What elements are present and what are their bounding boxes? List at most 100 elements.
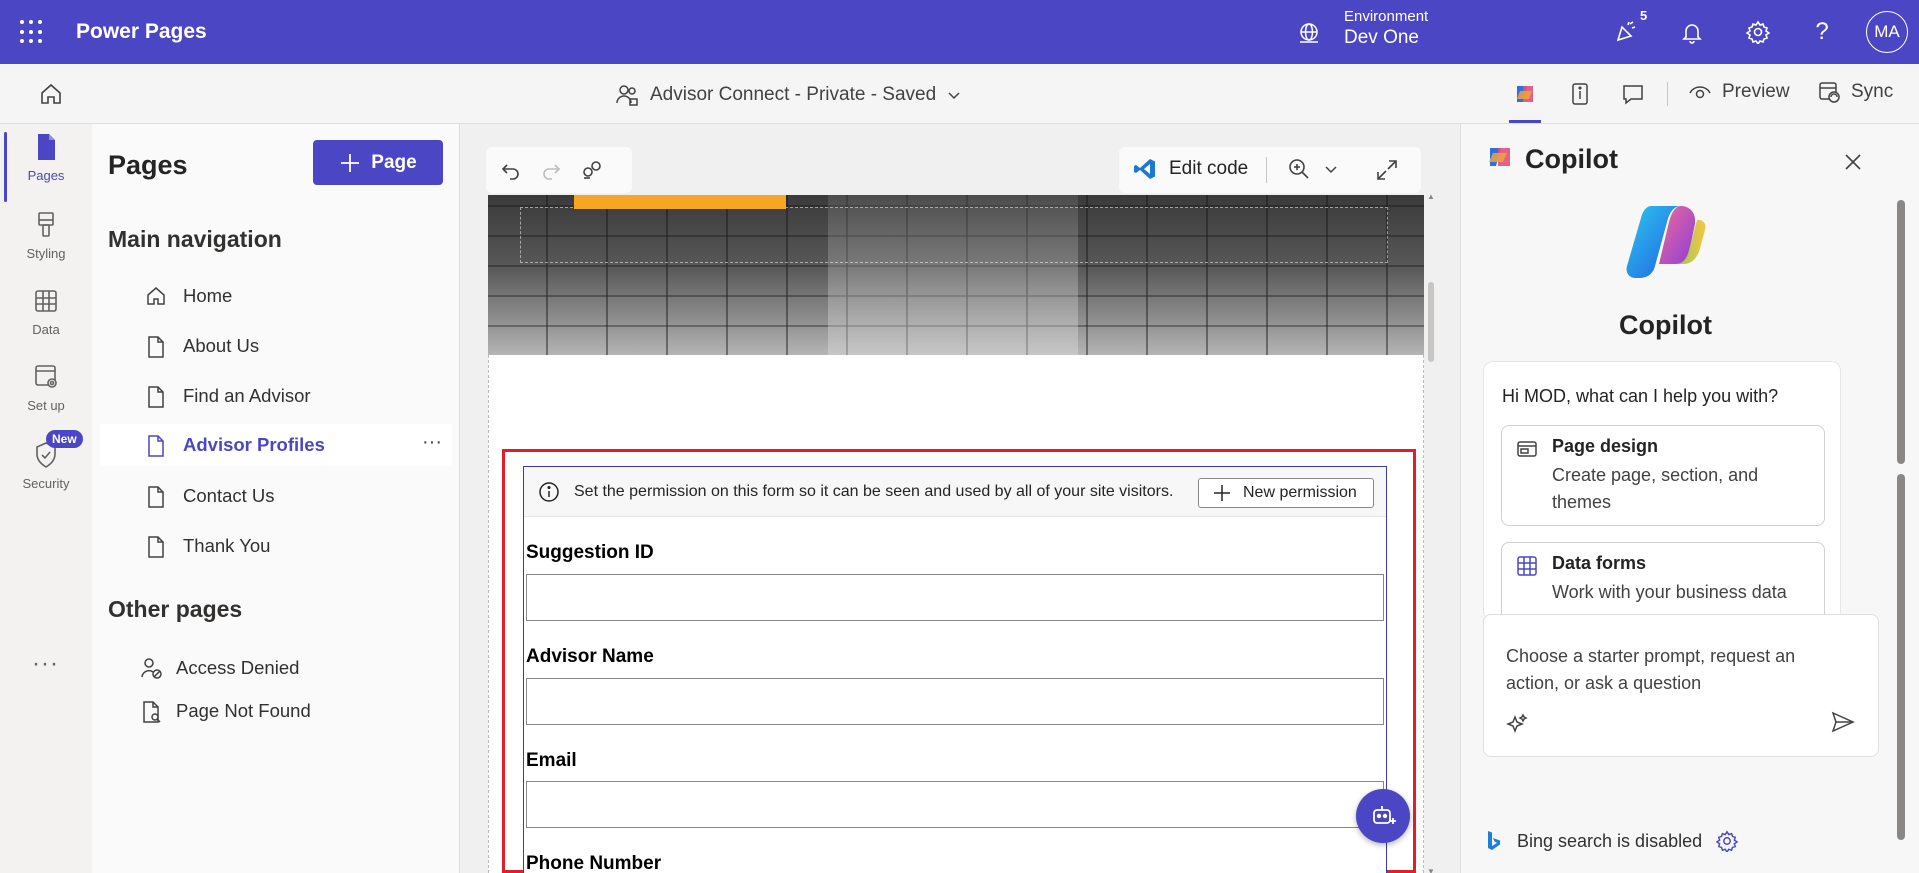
more-icon[interactable]: ···: [32, 650, 59, 678]
divider: [1266, 157, 1267, 183]
redo-icon[interactable]: [540, 159, 562, 181]
plus-icon: [341, 153, 360, 172]
copilot-scrollbar[interactable]: [1897, 200, 1905, 840]
other-item-label: Page Not Found: [176, 700, 311, 721]
more-options-icon[interactable]: ···: [422, 431, 442, 454]
rail-item-styling[interactable]: Styling: [0, 210, 92, 280]
new-permission-label: New permission: [1243, 484, 1357, 501]
zoom-button[interactable]: [1287, 157, 1339, 181]
home-icon: [147, 287, 165, 305]
sync-button[interactable]: Sync: [1817, 80, 1893, 104]
gear-icon[interactable]: [1716, 830, 1739, 852]
comment-icon[interactable]: [1620, 81, 1646, 112]
environment-name[interactable]: Dev One: [1344, 27, 1419, 49]
info-panel-icon[interactable]: [1568, 81, 1592, 112]
nav-item-label: Advisor Profiles: [183, 434, 325, 455]
new-permission-button[interactable]: New permission: [1198, 478, 1374, 508]
copilot-header-title: Copilot: [1525, 144, 1618, 174]
edit-code-button[interactable]: Edit code: [1133, 157, 1248, 181]
person-lock-icon: [141, 658, 162, 679]
eye-icon: [1689, 86, 1711, 99]
nav-item-find-an-advisor[interactable]: Find an Advisor: [100, 375, 452, 417]
site-title: Advisor Connect - Private - Saved: [650, 84, 937, 105]
rail-label: Styling: [26, 246, 66, 261]
hero-button[interactable]: [574, 195, 786, 209]
app-launcher-icon[interactable]: [20, 20, 44, 44]
table-icon: [1517, 556, 1537, 576]
home-icon[interactable]: [38, 81, 64, 112]
plus-icon: [1214, 485, 1230, 501]
nav-item-advisor-profiles[interactable]: Advisor Profiles ···: [100, 424, 452, 466]
copilot-greeting: Hi MOD, what can I help you with?: [1502, 386, 1779, 406]
notification-count: 5: [1640, 8, 1648, 23]
form-component[interactable]: Set the permission on this form so it ca…: [523, 466, 1387, 873]
suggestion-data-forms[interactable]: Data forms Work with your business data: [1501, 542, 1825, 620]
site-selector[interactable]: Advisor Connect - Private - Saved: [614, 82, 962, 108]
gear-icon[interactable]: [1744, 18, 1772, 46]
preview-button[interactable]: Preview: [1688, 80, 1790, 104]
document-icon: [148, 336, 164, 358]
email-field[interactable]: [526, 781, 1384, 828]
expand-icon[interactable]: [1375, 158, 1399, 187]
permission-text: Set the permission on this form so it ca…: [574, 483, 1174, 500]
pages-title: Pages: [108, 150, 188, 180]
undo-icon[interactable]: [500, 159, 522, 181]
whats-new-icon[interactable]: [1612, 18, 1640, 46]
nav-item-contact-us[interactable]: Contact Us: [100, 475, 452, 517]
left-rail: Pages Styling Data Set up Security New ·…: [0, 124, 92, 873]
sync-icon: [1819, 82, 1840, 103]
copilot-icon: [1485, 142, 1515, 177]
add-page-button[interactable]: Page: [313, 140, 443, 185]
main-navigation-title: Main navigation: [108, 226, 282, 252]
copilot-input[interactable]: Choose a starter prompt, request an acti…: [1483, 614, 1879, 757]
info-icon: [539, 482, 559, 502]
nav-item-label: Find an Advisor: [183, 385, 311, 406]
bing-status-text: Bing search is disabled: [1517, 830, 1703, 851]
nav-item-label: About Us: [183, 335, 260, 356]
suggestion-id-field[interactable]: [526, 574, 1384, 621]
hero-section-outline[interactable]: [520, 207, 1388, 263]
vscode-icon: [1134, 159, 1155, 179]
link-settings-icon[interactable]: [580, 158, 604, 182]
page-design-icon: [1517, 441, 1537, 457]
divider: [1667, 82, 1668, 106]
copilot-icon[interactable]: [1512, 81, 1538, 112]
suggestion-page-design[interactable]: Page design Create page, section, and th…: [1501, 425, 1825, 526]
copilot-bot-button[interactable]: [1356, 789, 1410, 843]
copilot-logo: [1623, 198, 1711, 291]
nav-item-home[interactable]: Home: [100, 275, 452, 317]
canvas-scrollbar[interactable]: ▲ ▼: [1427, 192, 1435, 873]
other-item-page-not-found[interactable]: Page Not Found: [100, 691, 452, 731]
permission-bar: Set the permission on this form so it ca…: [524, 467, 1386, 517]
rail-item-data[interactable]: Data: [0, 286, 92, 356]
nav-item-label: Home: [183, 285, 233, 306]
sparkle-prompt-icon[interactable]: [1505, 713, 1528, 740]
avatar[interactable]: MA: [1866, 11, 1908, 53]
settings-window-icon: [35, 365, 57, 388]
chevron-down-icon: [948, 92, 960, 100]
app-title[interactable]: Power Pages: [76, 20, 207, 44]
table-icon: [35, 290, 57, 312]
suggestion-title: Data forms: [1552, 553, 1647, 573]
nav-item-thank-you[interactable]: Thank You: [100, 525, 452, 567]
hero-image: [488, 195, 1424, 355]
send-icon[interactable]: [1830, 709, 1856, 740]
help-icon[interactable]: ?: [1808, 18, 1836, 46]
document-icon: [148, 536, 164, 558]
close-icon[interactable]: [1843, 152, 1863, 177]
environment-globe-icon[interactable]: [1296, 20, 1322, 51]
nav-item-about-us[interactable]: About Us: [100, 325, 452, 367]
copilot-input-placeholder: Choose a starter prompt, request an acti…: [1506, 646, 1796, 693]
environment-label: Environment: [1344, 8, 1429, 25]
rail-item-security[interactable]: Security: [0, 440, 92, 510]
rail-item-setup[interactable]: Set up: [0, 362, 92, 432]
bell-icon[interactable]: [1678, 18, 1706, 46]
document-search-icon: [143, 701, 161, 723]
nav-item-label: Thank You: [183, 535, 271, 556]
other-item-access-denied[interactable]: Access Denied: [100, 648, 452, 688]
copilot-suggestions-card: Hi MOD, what can I help you with? Page d…: [1483, 361, 1841, 621]
bot-icon: [1373, 806, 1396, 824]
rail-item-pages[interactable]: Pages: [0, 132, 92, 202]
chevron-down-icon: [1325, 166, 1337, 174]
advisor-name-field[interactable]: [526, 678, 1384, 725]
